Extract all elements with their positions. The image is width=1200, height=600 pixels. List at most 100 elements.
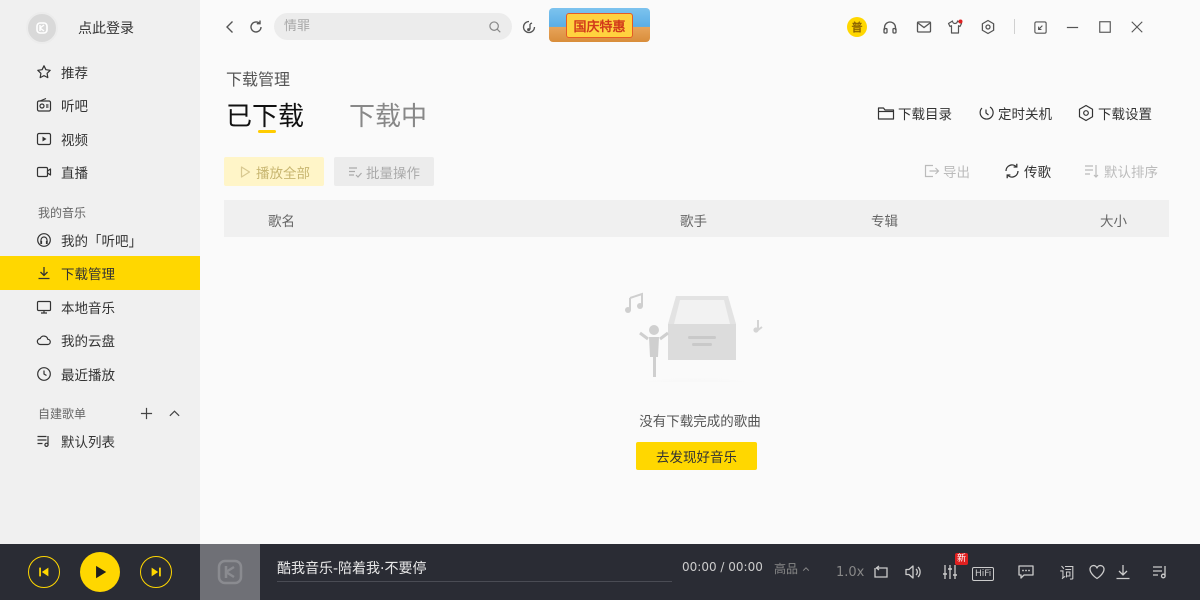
messages-button[interactable] — [914, 17, 934, 37]
nav-item-label: 推荐 — [61, 66, 88, 82]
kuwo-logo-icon — [217, 559, 243, 585]
mail-icon — [916, 21, 932, 33]
video-icon — [36, 132, 52, 146]
nav-item-video[interactable]: 视频 — [0, 122, 200, 156]
search-box[interactable] — [274, 13, 512, 40]
search-input[interactable] — [284, 19, 488, 34]
empty-state-text: 没有下载完成的歌曲 — [639, 414, 761, 430]
nav-item-label: 下载管理 — [61, 267, 115, 283]
download-settings-button[interactable]: 下载设置 — [1077, 103, 1152, 123]
play-button[interactable] — [80, 552, 120, 592]
nav-item-live[interactable]: 直播 — [0, 155, 200, 189]
nav-item-recommend[interactable]: 推荐 — [0, 55, 200, 89]
progress-bar[interactable] — [277, 581, 672, 582]
settings-button[interactable] — [978, 17, 998, 37]
play-icon — [96, 565, 107, 579]
export-label: 导出 — [943, 165, 970, 181]
headset-icon — [37, 233, 51, 247]
tab-downloading[interactable]: 下载中 — [349, 96, 427, 133]
export-button[interactable]: 导出 — [922, 161, 970, 181]
listen-button[interactable] — [880, 17, 900, 37]
sort-label: 默认排序 — [1104, 165, 1158, 181]
song-recognition-icon — [522, 20, 536, 34]
track-title[interactable]: 酷我音乐-陪着我·不要停 — [277, 558, 427, 578]
nav-item-recent[interactable]: 最近播放 — [0, 357, 200, 391]
add-playlist-button[interactable] — [137, 404, 155, 422]
timed-shutdown-button[interactable]: 定时关机 — [977, 103, 1052, 123]
playlist-button[interactable] — [1150, 562, 1170, 582]
recognize-song-button[interactable] — [519, 17, 539, 37]
skin-button[interactable] — [945, 17, 965, 37]
minimize-button[interactable] — [1062, 17, 1082, 37]
transfer-songs-label: 传歌 — [1024, 165, 1051, 181]
close-button[interactable] — [1127, 17, 1147, 37]
transfer-songs-button[interactable]: 传歌 — [1003, 161, 1051, 181]
mini-mode-icon — [1033, 20, 1047, 34]
player-bar: 酷我音乐-陪着我·不要停 00:00 / 00:00 高品 1.0x 新 HiF… — [0, 544, 1200, 600]
quality-selector[interactable]: 高品 — [774, 560, 810, 577]
quality-label: 高品 — [774, 562, 799, 576]
column-size[interactable]: 大小 — [1100, 210, 1127, 230]
plus-icon — [140, 407, 152, 419]
next-button[interactable] — [140, 556, 172, 588]
star-icon — [37, 65, 51, 79]
refresh-icon — [250, 20, 262, 33]
download-icon — [38, 267, 50, 280]
mini-mode-button[interactable] — [1030, 17, 1050, 37]
promo-banner[interactable]: 国庆特惠 — [549, 8, 650, 42]
minimize-icon — [1066, 26, 1078, 28]
play-all-button[interactable]: 播放全部 — [224, 157, 324, 186]
previous-button[interactable] — [28, 556, 60, 588]
login-area[interactable]: 点此登录 — [26, 12, 134, 44]
maximize-button[interactable] — [1095, 17, 1115, 37]
camera-icon — [36, 166, 52, 178]
timer-icon — [979, 106, 994, 120]
nav-item-tingba[interactable]: 听吧 — [0, 88, 200, 122]
radio-icon — [36, 97, 52, 112]
lyrics-button[interactable]: 词 — [1057, 562, 1077, 582]
album-cover[interactable] — [200, 544, 260, 600]
nav-item-label: 默认列表 — [61, 435, 115, 451]
promo-text: 国庆特惠 — [566, 12, 633, 38]
discover-music-button[interactable]: 去发现好音乐 — [636, 442, 757, 470]
comment-icon — [1018, 565, 1034, 579]
skip-next-icon — [151, 567, 161, 577]
comments-button[interactable] — [1016, 562, 1036, 582]
kuwo-logo-icon — [36, 22, 48, 34]
collapse-playlists-button[interactable] — [165, 404, 183, 422]
sort-button[interactable]: 默认排序 — [1083, 161, 1158, 181]
playlist-item-default[interactable]: 默认列表 — [0, 424, 200, 458]
new-badge: 新 — [955, 553, 969, 565]
download-button[interactable] — [1113, 562, 1133, 582]
download-folder-button[interactable]: 下载目录 — [877, 103, 952, 123]
tab-downloaded[interactable]: 已下载 — [226, 96, 304, 133]
table-header: 歌名 歌手 专辑 大小 — [224, 200, 1169, 237]
refresh-button[interactable] — [246, 17, 266, 37]
nav-item-local-music[interactable]: 本地音乐 — [0, 290, 200, 324]
chevron-up-icon — [168, 409, 180, 416]
favorite-button[interactable] — [1087, 562, 1107, 582]
nav-item-downloads[interactable]: 下载管理 — [0, 256, 200, 290]
playback-speed-button[interactable]: 1.0x — [836, 565, 864, 580]
column-album[interactable]: 专辑 — [871, 210, 898, 230]
login-text[interactable]: 点此登录 — [78, 18, 134, 38]
volume-icon — [905, 565, 921, 579]
nav-item-cloud[interactable]: 我的云盘 — [0, 323, 200, 357]
batch-operation-button[interactable]: 批量操作 — [334, 157, 434, 186]
folder-icon — [877, 107, 895, 120]
loop-mode-button[interactable] — [871, 562, 891, 582]
search-icon[interactable] — [488, 20, 502, 34]
nav-item-label: 直播 — [61, 166, 88, 182]
playlists-section-label: 自建歌单 — [38, 406, 87, 421]
nav-item-my-tingba[interactable]: 我的「听吧」 — [0, 223, 200, 257]
column-artist[interactable]: 歌手 — [680, 210, 707, 230]
vip-badge[interactable]: 普 — [847, 17, 867, 37]
avatar[interactable] — [26, 12, 58, 44]
column-song-name[interactable]: 歌名 — [268, 210, 295, 230]
back-button[interactable] — [220, 17, 240, 37]
equalizer-button[interactable] — [940, 562, 960, 582]
sort-icon — [1085, 165, 1099, 178]
volume-button[interactable] — [903, 562, 923, 582]
hifi-button[interactable]: HiFi — [972, 567, 995, 581]
playback-time: 00:00 / 00:00 — [682, 560, 763, 574]
